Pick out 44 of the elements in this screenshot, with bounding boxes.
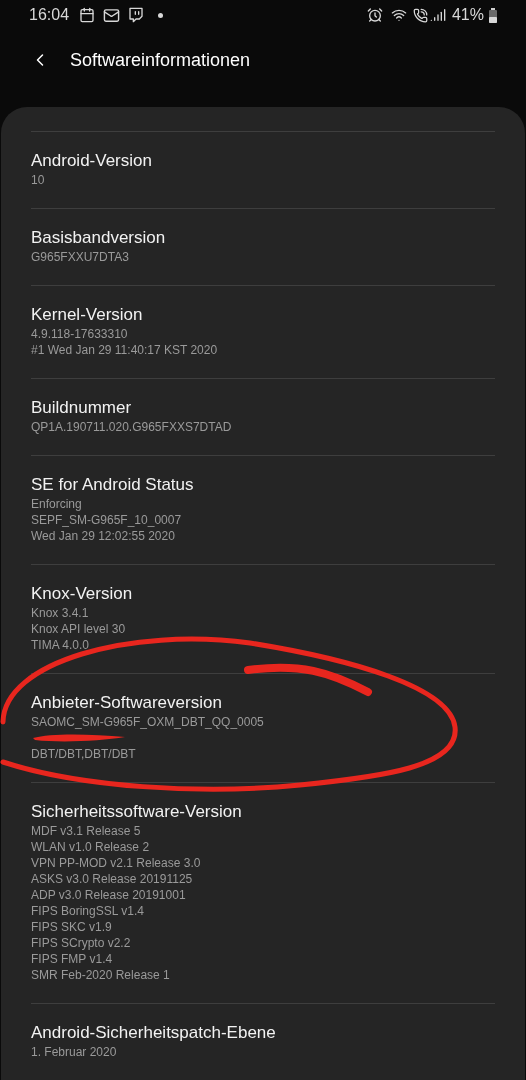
setting-title: Kernel-Version (31, 304, 144, 326)
alarm-icon (366, 7, 383, 24)
detail-text: DBT/DBT,DBT/DBT (31, 746, 137, 762)
setting-title: Basisbandversion (31, 227, 167, 249)
detail-text: SEPF_SM-G965F_10_0007 (31, 512, 183, 528)
detail-text: VPN PP-MOD v2.1 Release 3.0 (31, 855, 202, 871)
status-time: 16:04 (29, 5, 70, 26)
detail-text: Knox 3.4.1 (31, 605, 90, 621)
detail-text: ADP v3.0 Release 20191001 (31, 887, 187, 903)
detail-text: 4.9.118-17633310 (31, 326, 129, 342)
setting-title: Sicherheitssoftware-Version (31, 801, 243, 823)
detail-text: 10 (31, 172, 46, 188)
setting-title: Knox-Version (31, 583, 134, 605)
detail-text: QP1A.190711.020.G965FXXS7DTAD (31, 419, 233, 435)
detail-text: ASKS v3.0 Release 20191125 (31, 871, 194, 887)
detail-text: MDF v3.1 Release 5 (31, 823, 142, 839)
detail-text: #1 Wed Jan 29 11:40:17 KST 2020 (31, 342, 219, 358)
setting-title: Android-Version (31, 150, 153, 172)
battery-icon (489, 7, 497, 23)
setting-title: Anbieter-Softwareversion (31, 692, 223, 714)
detail-text: FIPS FMP v1.4 (31, 951, 114, 967)
detail-text: SMR Feb-2020 Release 1 (31, 967, 171, 983)
wifi-call-icon (412, 7, 428, 23)
detail-text: Wed Jan 29 12:02:55 2020 (31, 528, 176, 544)
page-title: Softwareinformationen (70, 48, 251, 72)
detail-text: 1. Februar 2020 (31, 1044, 118, 1060)
detail-text: SAOMC_SM-G965F_OXM_DBT_QQ_0005 (31, 714, 265, 730)
detail-text: FIPS SCrypto v2.2 (31, 935, 132, 951)
signal-icon (429, 7, 446, 24)
chat-icon (128, 7, 145, 24)
detail-text: FIPS BoringSSL v1.4 (31, 903, 145, 919)
setting-title: Buildnummer (31, 397, 133, 419)
detail-text: G965FXXU7DTA3 (31, 249, 130, 265)
mail-icon (103, 6, 121, 24)
calendar-icon (79, 7, 96, 24)
wifi-icon (390, 7, 407, 24)
detail-text: FIPS SKC v1.9 (31, 919, 113, 935)
detail-text: Knox API level 30 (31, 621, 127, 637)
detail-text: TIMA 4.0.0 (31, 637, 91, 653)
setting-title: SE for Android Status (31, 474, 195, 496)
detail-text: Enforcing (31, 496, 83, 512)
detail-text: WLAN v1.0 Release 2 (31, 839, 151, 855)
battery-percent: 41% (451, 5, 484, 26)
setting-title: Android-Sicherheitspatch-Ebene (31, 1022, 277, 1044)
